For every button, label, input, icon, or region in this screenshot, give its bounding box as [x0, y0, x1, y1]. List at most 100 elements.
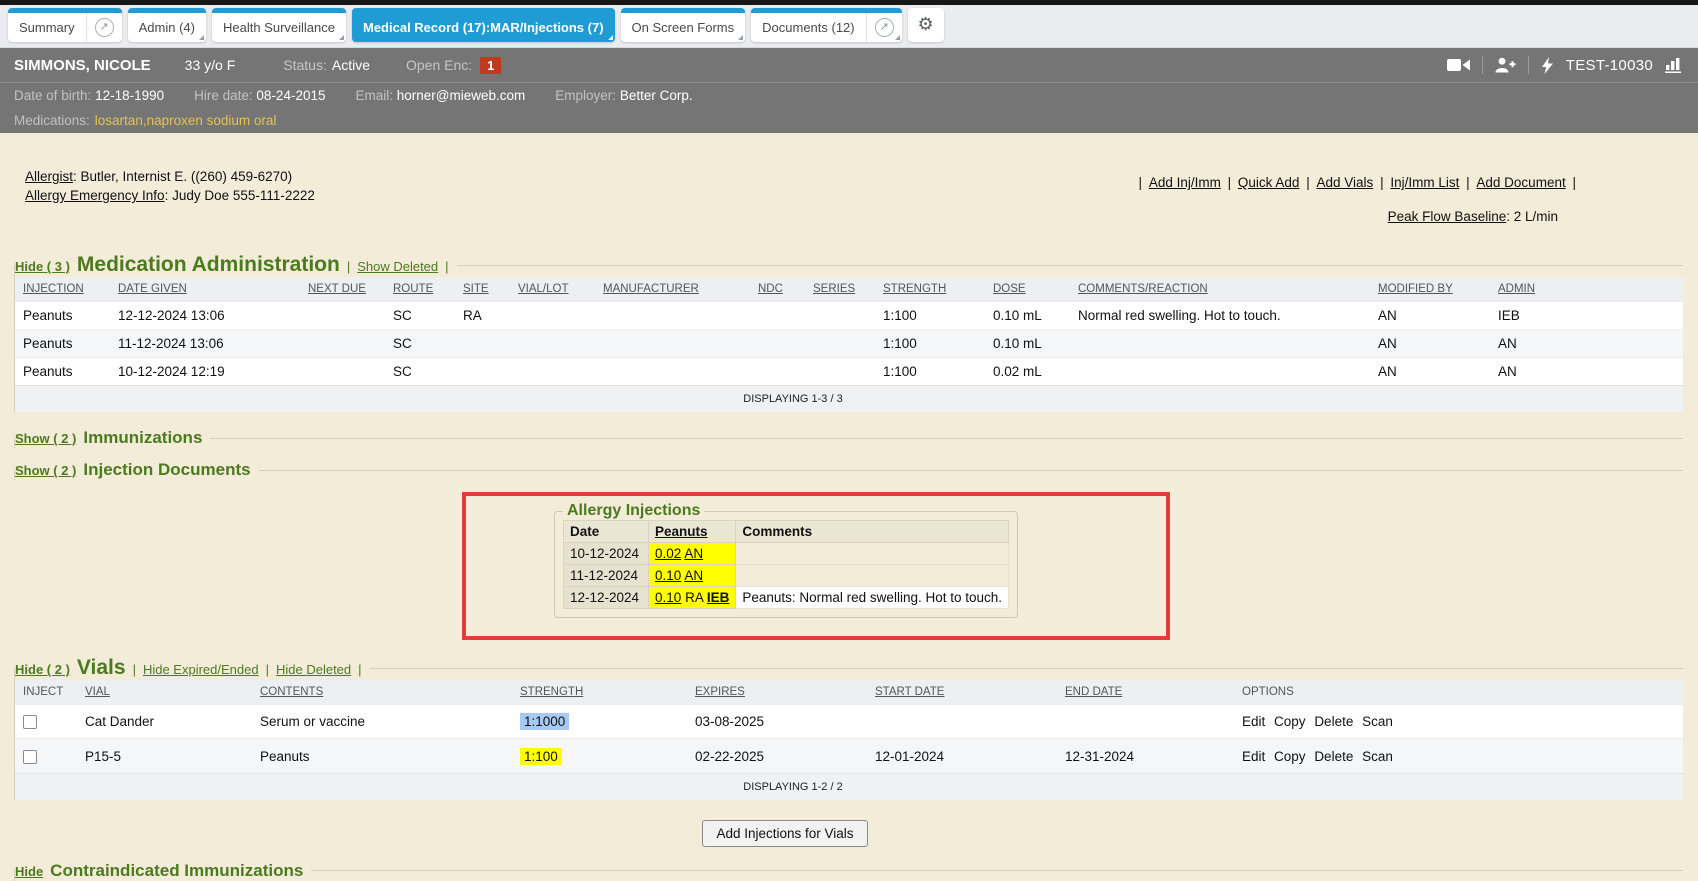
- settings-button[interactable]: ⚙: [908, 8, 944, 42]
- vials-displaying-count: DISPLAYING 1-2 / 2: [15, 773, 1683, 800]
- edit-link[interactable]: Edit: [1242, 714, 1265, 729]
- medications-label: Medications:: [14, 113, 90, 128]
- vials-col-vial[interactable]: VIAL: [85, 686, 110, 698]
- add-injections-for-vials-button[interactable]: Add Injections for Vials: [702, 820, 867, 847]
- open-enc-badge[interactable]: 1: [480, 57, 501, 74]
- tab-admin[interactable]: Admin (4): [128, 8, 206, 42]
- copy-link[interactable]: Copy: [1274, 749, 1306, 764]
- vials-col-end-date[interactable]: END DATE: [1065, 686, 1122, 698]
- mar-hide-toggle[interactable]: Hide ( 3 ): [15, 259, 70, 274]
- scan-link[interactable]: Scan: [1362, 714, 1393, 729]
- mar-col-ndc[interactable]: NDC: [758, 283, 783, 295]
- cell-options: Edit Copy Delete Scan: [1234, 705, 1683, 739]
- mar-col-comments[interactable]: COMMENTS/REACTION: [1078, 283, 1208, 295]
- peak-flow-link[interactable]: Peak Flow Baseline: [1388, 209, 1507, 224]
- tab-medical-record[interactable]: Medical Record (17):MAR/Injections (7): [352, 8, 615, 42]
- tab-summary[interactable]: Summary ↗: [8, 8, 122, 42]
- vials-hide-toggle[interactable]: Hide ( 2 ): [15, 662, 70, 677]
- initials-link[interactable]: AN: [684, 546, 703, 561]
- mar-col-route[interactable]: ROUTE: [393, 283, 433, 295]
- peak-flow-baseline: Peak Flow Baseline: 2 L/min: [1388, 209, 1558, 224]
- copy-link[interactable]: Copy: [1274, 714, 1306, 729]
- vials-hide-expired-link[interactable]: Hide Expired/Ended: [143, 662, 259, 677]
- cell-manufacturer: [595, 358, 750, 386]
- strength-highlight-blue: 1:1000: [520, 713, 569, 730]
- allergy-emergency-link[interactable]: Allergy Emergency Info: [25, 188, 165, 203]
- tab-on-screen-forms[interactable]: On Screen Forms: [621, 8, 746, 42]
- allergist-link[interactable]: Allergist: [25, 169, 73, 184]
- main-content: | Add Inj/Imm | Quick Add | Add Vials | …: [0, 133, 1698, 881]
- initials-link[interactable]: AN: [684, 568, 703, 583]
- vials-col-strength[interactable]: STRENGTH: [520, 686, 583, 698]
- mar-col-date-given[interactable]: DATE GIVEN: [118, 283, 187, 295]
- initials-link[interactable]: IEB: [707, 590, 730, 605]
- mar-col-next-due[interactable]: NEXT DUE: [308, 283, 366, 295]
- mar-col-dose[interactable]: DOSE: [993, 283, 1026, 295]
- mar-col-injection[interactable]: INJECTION: [23, 283, 84, 295]
- flowsheet-chart-icon[interactable]: [1665, 57, 1684, 73]
- medication-link-naproxen[interactable]: naproxen sodium oral: [147, 113, 277, 128]
- dose-link[interactable]: 0.10: [655, 590, 681, 605]
- inject-checkbox[interactable]: [23, 715, 37, 729]
- delete-link[interactable]: Delete: [1314, 749, 1353, 764]
- mar-col-site[interactable]: SITE: [463, 283, 489, 295]
- mar-show-deleted-link[interactable]: Show Deleted: [357, 259, 438, 274]
- pipe: |: [1139, 175, 1143, 190]
- inj-imm-list-link[interactable]: Inj/Imm List: [1390, 175, 1459, 190]
- lightning-icon[interactable]: [1541, 57, 1554, 74]
- mar-col-series[interactable]: SERIES: [813, 283, 855, 295]
- tab-documents-label: Documents (12): [751, 13, 865, 42]
- scan-link[interactable]: Scan: [1362, 749, 1393, 764]
- mar-col-modified-by[interactable]: MODIFIED BY: [1378, 283, 1453, 295]
- dose-link[interactable]: 0.02: [655, 546, 681, 561]
- tab-health-surveillance[interactable]: Health Surveillance: [212, 8, 346, 42]
- section-immunizations: Show ( 2 ) Immunizations: [14, 428, 1683, 448]
- strength-highlight-yellow: 1:100: [520, 748, 562, 765]
- dob-value: 12-18-1990: [95, 88, 164, 103]
- quick-add-link[interactable]: Quick Add: [1238, 175, 1300, 190]
- pipe: |: [133, 662, 136, 677]
- hire-date-group: Hire date: 08-24-2015: [194, 88, 325, 103]
- vials-hide-deleted-link[interactable]: Hide Deleted: [276, 662, 351, 677]
- edit-link[interactable]: Edit: [1242, 749, 1265, 764]
- vials-col-start-date[interactable]: START DATE: [875, 686, 944, 698]
- action-links: | Add Inj/Imm | Quick Add | Add Vials | …: [1139, 175, 1576, 190]
- delete-link[interactable]: Delete: [1314, 714, 1353, 729]
- vials-col-contents[interactable]: CONTENTS: [260, 686, 323, 698]
- mar-col-vial-lot[interactable]: VIAL/LOT: [518, 283, 569, 295]
- mar-row: Peanuts 12-12-2024 13:06 SC RA 1:100 0.1…: [15, 302, 1683, 330]
- medication-link-losartan[interactable]: losartan: [95, 113, 143, 128]
- tab-summary-popout[interactable]: ↗: [86, 13, 122, 42]
- open-enc-label: Open Enc:: [406, 57, 472, 73]
- cell-series: [805, 358, 875, 386]
- add-document-link[interactable]: Add Document: [1476, 175, 1565, 190]
- add-person-icon[interactable]: [1495, 57, 1516, 73]
- cell-vial: P15-5: [77, 739, 252, 773]
- mar-col-admin[interactable]: ADMIN: [1498, 283, 1535, 295]
- immunizations-show-toggle[interactable]: Show ( 2 ): [15, 431, 76, 446]
- injection-documents-show-toggle[interactable]: Show ( 2 ): [15, 463, 76, 478]
- add-inj-imm-link[interactable]: Add Inj/Imm: [1149, 175, 1221, 190]
- tab-documents-popout[interactable]: ↗: [866, 13, 902, 42]
- section-vials: Hide ( 2 ) Vials | Hide Expired/Ended | …: [14, 656, 1683, 800]
- allergy-injections-fieldset: Allergy Injections Date Peanuts Comments…: [554, 502, 1018, 618]
- dose-link[interactable]: 0.10: [655, 568, 681, 583]
- ai-col-peanuts-link[interactable]: Peanuts: [655, 524, 708, 539]
- content-top: | Add Inj/Imm | Quick Add | Add Vials | …: [0, 167, 1698, 245]
- contraindicated-hide-toggle[interactable]: Hide: [15, 864, 43, 879]
- cell-injection: Peanuts: [15, 302, 110, 330]
- cell-dose: 0.10 mL: [985, 330, 1070, 358]
- tab-documents[interactable]: Documents (12) ↗: [751, 8, 901, 42]
- pipe: |: [1306, 175, 1310, 190]
- vials-col-expires[interactable]: EXPIRES: [695, 686, 745, 698]
- patient-status: Status: Active: [283, 57, 370, 73]
- mar-col-strength[interactable]: STRENGTH: [883, 283, 946, 295]
- add-vials-link[interactable]: Add Vials: [1317, 175, 1374, 190]
- pipe: |: [358, 662, 361, 677]
- ai-dose-cell: 0.10 RA IEB: [649, 587, 736, 609]
- cell-next-due: [300, 330, 385, 358]
- inject-checkbox[interactable]: [23, 750, 37, 764]
- cell-start-date: 12-01-2024: [867, 739, 1057, 773]
- video-call-icon[interactable]: [1447, 58, 1470, 72]
- mar-col-manufacturer[interactable]: MANUFACTURER: [603, 283, 699, 295]
